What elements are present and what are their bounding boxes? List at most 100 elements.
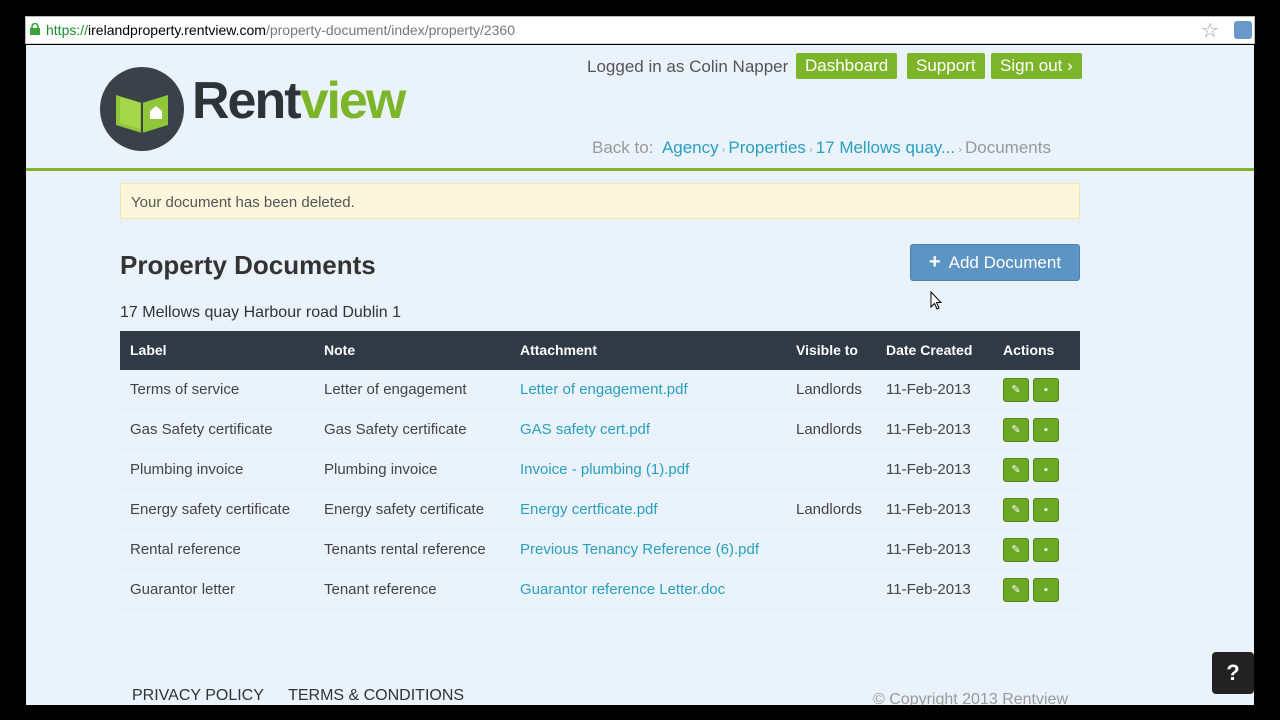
edit-button[interactable]: ✎ xyxy=(1003,378,1029,402)
url-text: https://irelandproperty.rentview.com/pro… xyxy=(46,22,515,38)
trash-icon: ▪ xyxy=(1044,584,1048,596)
url-scheme: https:// xyxy=(46,22,89,38)
pencil-icon: ✎ xyxy=(1011,504,1021,516)
cell-visible xyxy=(786,570,796,610)
cell-attachment-link[interactable]: Invoice - plumbing (1).pdf xyxy=(510,450,689,490)
logo-wordmark[interactable]: Rentview xyxy=(192,71,407,131)
edit-button[interactable]: ✎ xyxy=(1003,538,1029,562)
cell-attachment-link[interactable]: Guarantor reference Letter.doc xyxy=(510,570,725,610)
cell-date: 11-Feb-2013 xyxy=(886,461,971,478)
documents-table: Label Note Attachment Visible to Date Cr… xyxy=(120,331,1080,610)
cell-label: Energy safety certificate xyxy=(130,501,291,518)
edit-button[interactable]: ✎ xyxy=(1003,578,1029,602)
cell-note: Energy safety certificate xyxy=(324,501,485,518)
cell-visible: Landlords xyxy=(796,501,862,518)
table-row: Plumbing invoice Plumbing invoice Invoic… xyxy=(120,450,1080,490)
breadcrumb-properties[interactable]: Properties xyxy=(728,138,805,157)
address-bar[interactable]: https://irelandproperty.rentview.com/pro… xyxy=(25,16,1255,44)
breadcrumb-separator: › xyxy=(955,144,965,156)
trash-icon: ▪ xyxy=(1044,464,1048,476)
pencil-icon: ✎ xyxy=(1011,464,1021,476)
delete-button[interactable]: ▪ xyxy=(1033,418,1059,442)
trash-icon: ▪ xyxy=(1044,504,1048,516)
cell-date: 11-Feb-2013 xyxy=(886,421,971,438)
success-alert: Your document has been deleted. xyxy=(120,183,1080,219)
cell-note: Gas Safety certificate xyxy=(324,421,467,438)
dashboard-button[interactable]: Dashboard xyxy=(796,53,898,79)
delete-button[interactable]: ▪ xyxy=(1033,538,1059,562)
breadcrumb-separator: › xyxy=(718,144,729,156)
cell-date: 11-Feb-2013 xyxy=(886,541,971,558)
pencil-icon: ✎ xyxy=(1011,544,1021,556)
page-title: Property Documents xyxy=(120,250,376,280)
delete-button[interactable]: ▪ xyxy=(1033,498,1059,522)
footer-links: PRIVACY POLICY TERMS & CONDITIONS xyxy=(132,687,484,705)
cell-date: 11-Feb-2013 xyxy=(886,381,971,398)
breadcrumb-agency[interactable]: Agency xyxy=(662,138,719,157)
lock-icon xyxy=(30,23,40,35)
trash-icon: ▪ xyxy=(1044,424,1048,436)
column-header-label: Label xyxy=(130,342,167,358)
add-document-label: Add Document xyxy=(948,253,1062,272)
cell-attachment-link[interactable]: Letter of engagement.pdf xyxy=(510,370,688,410)
copyright-text: © Copyright 2013 Rentview xyxy=(873,691,1068,705)
cell-label: Rental reference xyxy=(130,541,241,558)
pencil-icon: ✎ xyxy=(1011,584,1021,596)
terms-link[interactable]: TERMS & CONDITIONS xyxy=(288,687,464,704)
cell-label: Plumbing invoice xyxy=(130,461,244,478)
cell-date: 11-Feb-2013 xyxy=(886,581,971,598)
cell-attachment-link[interactable]: Energy certficate.pdf xyxy=(510,490,658,530)
pencil-icon: ✎ xyxy=(1011,384,1021,396)
table-row: Energy safety certificate Energy safety … xyxy=(120,490,1080,530)
cell-label: Guarantor letter xyxy=(130,581,236,598)
delete-button[interactable]: ▪ xyxy=(1033,578,1059,602)
table-header: Label Note Attachment Visible to Date Cr… xyxy=(120,331,1080,370)
delete-button[interactable]: ▪ xyxy=(1033,378,1059,402)
logo-icon[interactable] xyxy=(100,67,184,151)
logo-rent: Rent xyxy=(192,72,302,130)
cell-visible: Landlords xyxy=(796,421,862,438)
url-host: irelandproperty.rentview.com xyxy=(88,22,266,38)
table-row: Rental reference Tenants rental referenc… xyxy=(120,530,1080,570)
logged-in-text: Logged in as Colin Napper xyxy=(587,57,789,76)
table-row: Gas Safety certificate Gas Safety certif… xyxy=(120,410,1080,450)
cell-attachment-link[interactable]: GAS safety cert.pdf xyxy=(510,410,650,450)
cell-label: Gas Safety certificate xyxy=(130,421,273,438)
cell-note: Tenant reference xyxy=(324,581,437,598)
bookmark-star-icon[interactable]: ☆ xyxy=(1201,18,1219,43)
cell-date: 11-Feb-2013 xyxy=(886,501,971,518)
extension-icon[interactable] xyxy=(1234,21,1252,39)
signout-button[interactable]: Sign out › xyxy=(991,53,1082,79)
breadcrumb: Back to: Agency › Properties › 17 Mellow… xyxy=(592,138,1051,158)
edit-button[interactable]: ✎ xyxy=(1003,458,1029,482)
cell-note: Tenants rental reference xyxy=(324,541,486,558)
plus-icon: + xyxy=(928,251,941,273)
cell-visible: Landlords xyxy=(796,381,862,398)
property-address: 17 Mellows quay Harbour road Dublin 1 xyxy=(120,304,402,321)
breadcrumb-property[interactable]: 17 Mellows quay... xyxy=(816,138,956,157)
edit-button[interactable]: ✎ xyxy=(1003,498,1029,522)
cell-visible xyxy=(786,530,796,570)
delete-button[interactable]: ▪ xyxy=(1033,458,1059,482)
breadcrumb-label: Back to: xyxy=(592,138,654,157)
cell-note: Plumbing invoice xyxy=(324,461,438,478)
url-path: /property-document/index/property/2360 xyxy=(265,22,516,38)
breadcrumb-separator: › xyxy=(805,144,816,156)
trash-icon: ▪ xyxy=(1044,544,1048,556)
column-header-visible: Visible to xyxy=(796,342,858,358)
mouse-cursor-icon xyxy=(930,291,942,310)
page: Rentview Logged in as Colin Napper Dashb… xyxy=(26,45,1254,705)
edit-button[interactable]: ✎ xyxy=(1003,418,1029,442)
add-document-button[interactable]: + Add Document xyxy=(910,244,1080,281)
table-row: Guarantor letter Tenant reference Guaran… xyxy=(120,570,1080,610)
privacy-policy-link[interactable]: PRIVACY POLICY xyxy=(132,687,264,704)
cell-label: Terms of service xyxy=(130,381,240,398)
site-header: Rentview Logged in as Colin Napper Dashb… xyxy=(26,45,1254,171)
support-button[interactable]: Support xyxy=(907,53,985,79)
logo-view: view xyxy=(299,72,407,130)
help-button[interactable]: ? xyxy=(1212,652,1254,694)
cell-note: Letter of engagement xyxy=(324,381,467,398)
cell-attachment-link[interactable]: Previous Tenancy Reference (6).pdf xyxy=(510,530,759,570)
column-header-note: Note xyxy=(324,342,356,358)
cell-visible xyxy=(786,450,796,490)
